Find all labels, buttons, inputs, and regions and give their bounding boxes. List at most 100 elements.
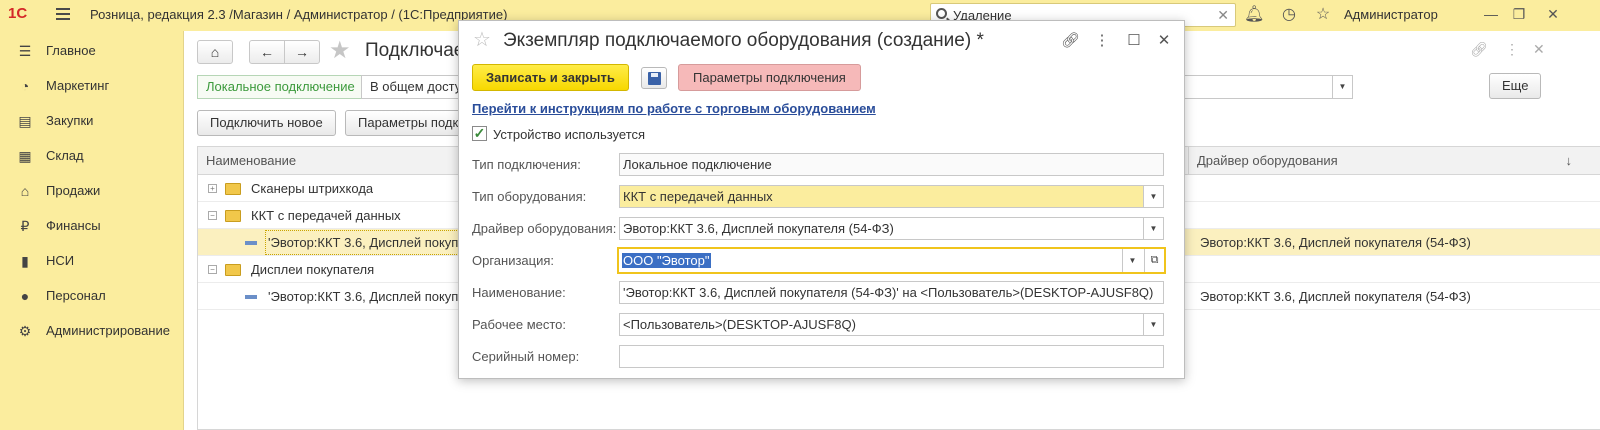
connection-type-field: Локальное подключение [619,153,1164,176]
forward-button[interactable]: → [284,40,320,64]
equipment-type-label: Тип оборудования: [472,189,587,204]
workplace-field[interactable]: <Пользователь>(DESKTOP-AJUSF8Q) ▼ [619,313,1164,336]
organization-value: ООО "Эвотор" [622,253,711,268]
equipment-instance-dialog: ☆ Экземпляр подключаемого оборудования (… [458,20,1185,379]
save-button[interactable] [641,67,667,89]
clear-search-icon[interactable]: ✕ [1217,7,1229,24]
sidebar-item-label: Маркетинг [46,78,110,93]
serial-number-field[interactable] [619,345,1164,368]
collapse-icon[interactable]: − [208,211,217,220]
device-icon [245,295,257,299]
equipment-type-field[interactable]: ККТ с передачей данных ▼ [619,185,1164,208]
pie-chart-icon: ◔ [20,77,30,94]
filter-select[interactable]: ▼ [1180,75,1353,99]
row-name: 'Эвотор:ККТ 3.6, Дисплей покупате [268,289,479,304]
folder-icon [225,210,241,222]
sidebar-item-label: Закупки [46,113,94,128]
device-in-use-checkbox[interactable]: ✓ [472,126,487,141]
more-vert-icon[interactable]: ⋮ [1093,32,1111,50]
link-icon[interactable]: 🔗︎ [1061,32,1080,50]
sidebar-item-label: Главное [46,43,96,58]
row-name: Сканеры штрихкода [251,181,374,196]
home-button[interactable]: ⌂ [197,40,233,64]
sidebar-item-label: Администрирование [46,323,170,338]
close-app-icon[interactable]: ✕ [1545,6,1561,22]
favorites-star-icon[interactable]: ☆ [1313,6,1333,26]
floppy-disk-icon [648,72,661,85]
minimize-icon[interactable]: — [1483,6,1499,22]
more-button[interactable]: Еще [1489,73,1542,99]
sidebar-item-administration[interactable]: ⚙ Администрирование [0,313,184,348]
bookmark-star-icon[interactable]: ★ [329,39,351,63]
back-button[interactable]: ← [249,40,285,64]
sidebar: ☰ Главное ◔ Маркетинг ▤ Закупки ▦ Склад … [0,31,184,430]
instructions-link[interactable]: Перейти к инструкциям по работе с торгов… [472,101,876,116]
organization-field[interactable]: ООО "Эвотор" ▼ ⧉ [617,247,1166,274]
hamburger-menu-icon[interactable] [56,8,70,20]
device-in-use-label[interactable]: Устройство используется [493,127,645,142]
folder-icon [225,264,241,276]
workplace-label: Рабочее место: [472,317,567,332]
ruble-icon: ₽ [20,217,30,234]
chevron-down-icon[interactable]: ▼ [1332,76,1352,98]
search-icon [936,8,947,19]
books-icon: ▮ [21,252,29,269]
connection-params-button[interactable]: Параметры подк [345,110,472,136]
column-header-driver[interactable]: Драйвер оборудования ↓ [1188,147,1600,175]
cart-icon: ▤ [18,112,32,129]
chevron-down-icon[interactable]: ▼ [1143,186,1163,207]
save-and-close-button[interactable]: Записать и закрыть [472,64,629,91]
sidebar-item-label: Склад [46,148,84,163]
sidebar-item-warehouse[interactable]: ▦ Склад [0,138,184,173]
sidebar-item-label: Персонал [46,288,106,303]
connection-params-button[interactable]: Параметры подключения [678,64,861,91]
column-header-driver-label: Драйвер оборудования [1197,153,1338,168]
app-title: Розница, редакция 2.3 /Магазин / Админис… [90,7,508,22]
dialog-title: Экземпляр подключаемого оборудования (со… [503,30,984,51]
maximize-icon[interactable]: ☐ [1125,32,1143,50]
history-icon[interactable]: ◷ [1279,6,1299,26]
restore-icon[interactable]: ❐ [1511,6,1527,22]
more-vert-icon[interactable]: ⋮ [1505,41,1519,58]
serial-number-label: Серийный номер: [472,349,580,364]
sidebar-item-nsi[interactable]: ▮ НСИ [0,243,184,278]
page-title: Подключае [365,40,465,61]
sidebar-item-main[interactable]: ☰ Главное [0,33,184,68]
tab-shared-access[interactable]: В общем досту [361,75,471,99]
row-name: ККТ с передачей данных [251,208,401,223]
sidebar-item-personnel[interactable]: ● Персонал [0,278,184,313]
tab-local-connection[interactable]: Локальное подключение [197,75,364,99]
link-icon[interactable]: 🔗︎ [1470,41,1488,58]
collapse-icon[interactable]: − [208,265,217,274]
organization-label: Организация: [472,253,555,268]
row-name: Дисплеи покупателя [251,262,375,277]
gear-icon: ⚙ [18,322,32,339]
chevron-down-icon[interactable]: ▼ [1143,314,1163,335]
sidebar-item-marketing[interactable]: ◔ Маркетинг [0,68,184,103]
row-driver: Эвотор:ККТ 3.6, Дисплей покупателя (54-Ф… [1200,235,1471,250]
driver-field[interactable]: Эвотор:ККТ 3.6, Дисплей покупателя (54-Ф… [619,217,1164,240]
close-dialog-icon[interactable]: ✕ [1155,32,1173,50]
open-icon[interactable]: ⧉ [1144,249,1164,272]
sidebar-item-purchases[interactable]: ▤ Закупки [0,103,184,138]
sort-down-icon[interactable]: ↓ [1566,147,1573,175]
sidebar-item-finance[interactable]: ₽ Финансы [0,208,184,243]
name-field[interactable]: 'Эвотор:ККТ 3.6, Дисплей покупателя (54-… [619,281,1164,304]
bookmark-star-icon[interactable]: ☆ [473,30,491,50]
driver-value: Эвотор:ККТ 3.6, Дисплей покупателя (54-Ф… [623,221,894,236]
app-logo[interactable]: 1С [8,5,27,22]
chevron-down-icon[interactable]: ▼ [1122,249,1142,272]
folder-icon [225,183,241,195]
connection-type-label: Тип подключения: [472,157,581,172]
connect-new-button[interactable]: Подключить новое [197,110,336,136]
sidebar-item-sales[interactable]: ⌂ Продажи [0,173,184,208]
close-page-icon[interactable]: ✕ [1533,41,1545,58]
sidebar-item-label: НСИ [46,253,75,268]
chevron-down-icon[interactable]: ▼ [1143,218,1163,239]
equipment-type-value: ККТ с передачей данных [623,189,773,204]
bell-icon[interactable]: 🔔︎ [1244,6,1264,26]
user-name[interactable]: Администратор [1344,7,1438,22]
expand-icon[interactable]: + [208,184,217,193]
sidebar-item-label: Продажи [46,183,101,198]
device-icon [245,241,257,245]
